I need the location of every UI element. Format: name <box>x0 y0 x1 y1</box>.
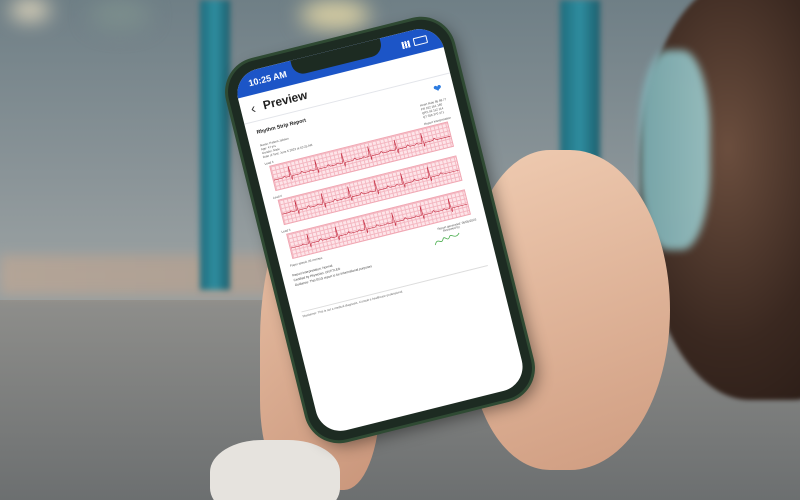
status-icons <box>401 35 429 49</box>
chevron-left-icon[interactable]: ‹ <box>249 100 257 117</box>
photo-background: 10:25 AM ‹ Preview Rhythm Strip Report ❤ <box>0 0 800 500</box>
sweater-sleeve <box>210 440 340 500</box>
signal-icon <box>401 39 411 49</box>
battery-icon <box>412 35 429 47</box>
page-title: Preview <box>261 87 309 113</box>
status-time: 10:25 AM <box>247 69 288 89</box>
background-pillar <box>200 0 230 290</box>
background-light <box>10 0 50 20</box>
background-light <box>300 0 370 30</box>
heart-icon: ❤ <box>432 82 444 96</box>
background-light <box>90 0 150 30</box>
